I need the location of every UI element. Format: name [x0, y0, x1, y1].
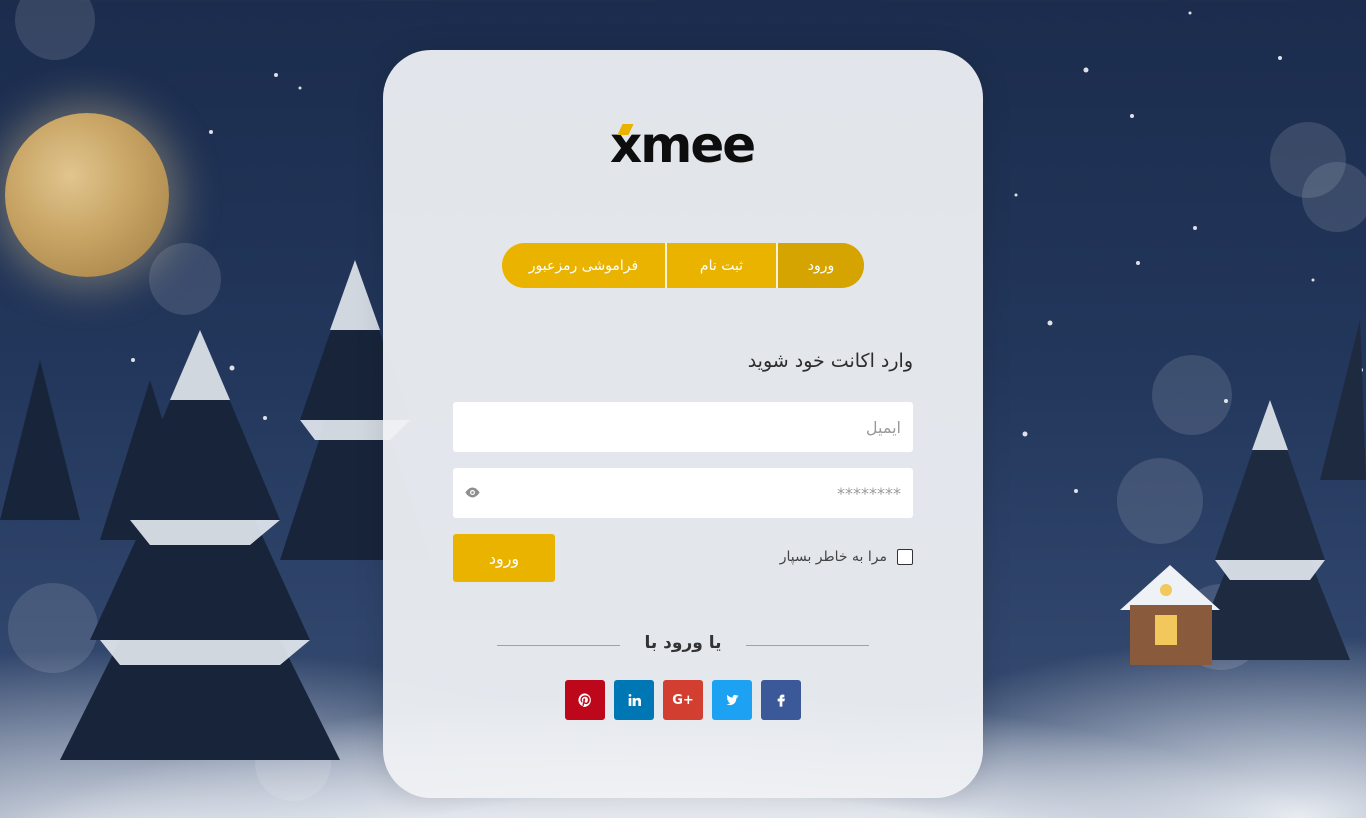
- moon-illustration: [5, 113, 169, 277]
- login-button[interactable]: ورود: [453, 534, 555, 582]
- google-plus-icon: G+: [672, 692, 694, 708]
- facebook-button[interactable]: [761, 680, 801, 720]
- tab-register[interactable]: ثبت نام: [665, 243, 776, 288]
- divider-line: [746, 645, 869, 646]
- linkedin-button[interactable]: [614, 680, 654, 720]
- tab-forgot-password[interactable]: فراموشی رمزعبور: [502, 243, 665, 288]
- remember-checkbox[interactable]: [897, 549, 913, 565]
- bokeh-light: [255, 725, 331, 801]
- bokeh-light: [1152, 355, 1232, 435]
- twitter-button[interactable]: [712, 680, 752, 720]
- bokeh-light: [1270, 122, 1346, 198]
- remember-me[interactable]: مرا به خاطر بسپار: [780, 549, 913, 565]
- remember-label: مرا به خاطر بسپار: [779, 549, 887, 565]
- bokeh-light: [1178, 584, 1264, 670]
- facebook-icon: [777, 694, 785, 707]
- bokeh-light: [1302, 162, 1366, 232]
- bokeh-light: [15, 0, 95, 60]
- bokeh-light: [149, 243, 221, 315]
- linkedin-icon: [628, 694, 641, 706]
- divider-line: [497, 645, 620, 646]
- auth-tabs: ورود ثبت نام فراموشی رمزعبور: [502, 243, 864, 288]
- form-title: وارد اکانت خود شوید: [747, 350, 913, 372]
- brand-logo: xmee: [610, 116, 756, 174]
- bokeh-light: [1117, 458, 1203, 544]
- bokeh-light: [8, 583, 98, 673]
- password-field[interactable]: [453, 468, 913, 518]
- twitter-icon: [726, 694, 739, 706]
- google-plus-button[interactable]: G+: [663, 680, 703, 720]
- tab-login[interactable]: ورود: [776, 243, 864, 288]
- email-field[interactable]: [453, 402, 913, 452]
- pinterest-icon: [578, 693, 591, 708]
- social-login-label: یا ورود با: [644, 633, 722, 653]
- eye-icon[interactable]: [464, 484, 481, 501]
- pinterest-button[interactable]: [565, 680, 605, 720]
